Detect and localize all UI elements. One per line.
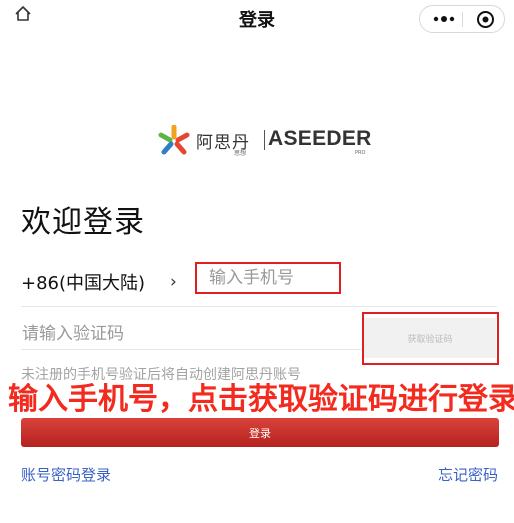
login-button[interactable]: 登录 [21,418,499,447]
get-code-button[interactable]: 获取验证码 [364,318,496,358]
logo-english-text: ASEEDER [268,127,372,150]
instruction-overlay: 输入手机号，点击获取验证码进行登录 [8,382,514,417]
phone-input[interactable] [195,262,341,294]
mini-program-capsule [419,5,505,33]
target-icon[interactable] [476,10,495,29]
logo-mark-icon [158,125,190,155]
password-login-link[interactable]: 账号密码登录 [21,464,111,485]
chevron-right-icon[interactable]: › [170,272,177,292]
logo-english-subtext: PRO [355,150,366,156]
capsule-divider [462,12,463,27]
verification-code-input[interactable] [22,322,342,346]
divider [21,306,497,307]
logo-chinese-subtext: 思想 [234,150,247,157]
divider [21,349,361,350]
more-icon[interactable] [432,13,456,25]
forgot-password-link[interactable]: 忘记密码 [438,464,498,485]
logo-separator [264,130,265,150]
brand-logo: 阿思丹 思想 ASEEDER PRO [158,124,371,158]
country-code-selector[interactable]: +86(中国大陆) [21,269,145,295]
welcome-heading: 欢迎登录 [21,205,145,240]
nav-bar: 登录 [0,0,514,36]
